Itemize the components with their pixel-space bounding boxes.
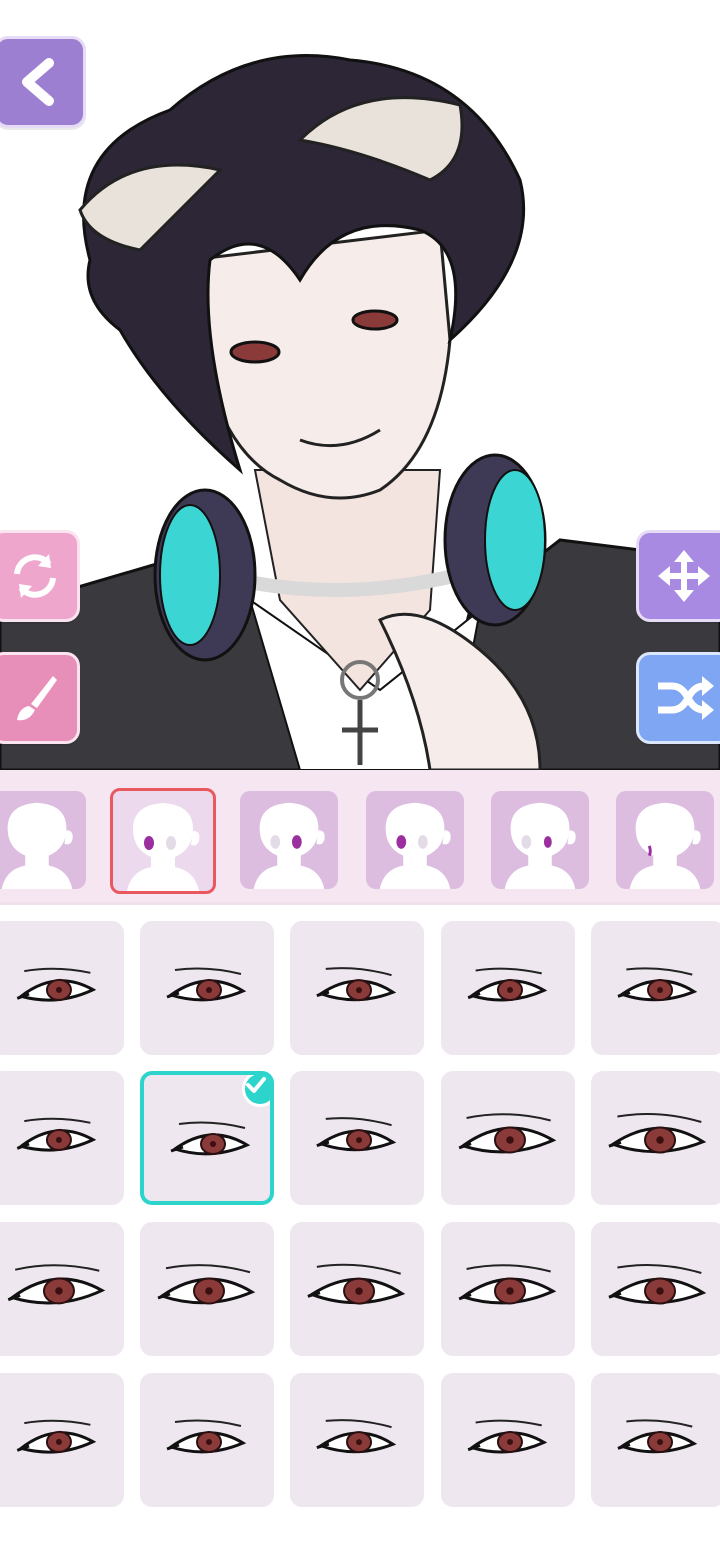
eye-option[interactable] (290, 1222, 424, 1356)
character-illustration (0, 54, 720, 770)
shuffle-icon (658, 676, 714, 720)
head-silhouette-icon (629, 802, 701, 889)
category-eyes-small[interactable] (491, 791, 589, 889)
eye-option[interactable] (0, 921, 124, 1055)
move-button[interactable] (636, 530, 720, 622)
character-preview (0, 0, 720, 770)
eye-options-grid (0, 905, 720, 1558)
eye-shape-icon (467, 967, 548, 1002)
eye-option[interactable] (591, 1222, 720, 1356)
eye-option[interactable] (140, 1071, 274, 1205)
eye-option[interactable] (290, 921, 424, 1055)
eye-shape-icon (467, 1419, 548, 1454)
category-eyes-right[interactable] (240, 791, 338, 889)
head-silhouette-icon (253, 802, 325, 889)
eye-option[interactable] (591, 1373, 720, 1507)
category-strip (0, 770, 720, 906)
rotate-icon (14, 554, 56, 598)
back-icon (22, 58, 54, 106)
eye-option[interactable] (0, 1373, 124, 1507)
category-face-blank[interactable] (0, 791, 86, 889)
eye-shape-icon (458, 1264, 557, 1305)
eye-option[interactable] (290, 1071, 424, 1205)
eye-option[interactable] (591, 1071, 720, 1205)
eye-shape-icon (7, 1264, 106, 1305)
eye-option[interactable] (441, 1071, 575, 1205)
eye-shape-icon (16, 1117, 97, 1152)
eye-option[interactable] (591, 921, 720, 1055)
eye-option[interactable] (441, 1373, 575, 1507)
brush-icon (17, 676, 57, 721)
eye-shape-icon (608, 1112, 707, 1154)
category-mouth[interactable] (616, 791, 714, 889)
eye-option[interactable] (290, 1373, 424, 1507)
eye-shape-icon (617, 1419, 698, 1454)
eye-option[interactable] (140, 921, 274, 1055)
eye-option[interactable] (140, 1373, 274, 1507)
eye-shape-icon (307, 1263, 406, 1305)
shuffle-button[interactable] (636, 652, 720, 744)
head-silhouette-icon (1, 802, 73, 889)
eye-option[interactable] (140, 1222, 274, 1356)
head-silhouette-icon (127, 803, 200, 891)
selected-check-icon (242, 1075, 270, 1107)
eye-shape-icon (458, 1113, 557, 1154)
eye-shape-icon (166, 967, 247, 1002)
category-eyes-left[interactable] (366, 791, 464, 889)
eye-shape-icon (316, 1419, 397, 1454)
eye-option[interactable] (0, 1222, 124, 1356)
head-silhouette-icon (504, 802, 576, 889)
eye-shape-icon (16, 1419, 97, 1454)
eye-option[interactable] (0, 1071, 124, 1205)
eye-shape-icon (166, 1419, 247, 1454)
rotate-button[interactable] (0, 530, 80, 622)
head-silhouette-icon (379, 802, 451, 889)
back-button[interactable] (0, 36, 86, 128)
eye-shape-icon (617, 967, 698, 1002)
eye-shape-icon (608, 1263, 707, 1305)
move-icon (658, 550, 710, 602)
eye-shape-icon (16, 967, 97, 1002)
eye-option[interactable] (441, 1222, 575, 1356)
category-eyes[interactable] (110, 788, 216, 894)
eye-shape-icon (316, 967, 397, 1002)
eye-shape-icon (316, 1117, 397, 1152)
paint-button[interactable] (0, 652, 80, 744)
eye-shape-icon (157, 1264, 256, 1305)
eye-option[interactable] (441, 921, 575, 1055)
